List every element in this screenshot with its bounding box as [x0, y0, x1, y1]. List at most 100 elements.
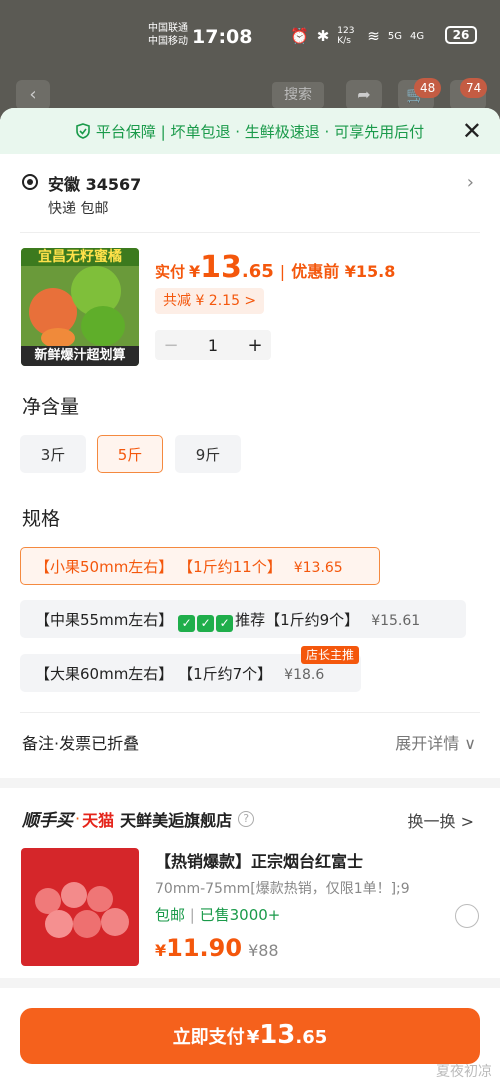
spec-option-small[interactable]: 【小果50mm左右】 【1斤约11个】 ¥13.65	[20, 547, 380, 585]
check-icon: ✓	[197, 615, 215, 632]
currency: ¥	[189, 262, 201, 281]
alarm-icon: ⏰	[290, 27, 309, 45]
pay-label: 实付	[155, 263, 186, 281]
bluetooth-icon: ✱	[316, 27, 330, 45]
watermark: 夏夜初凉	[436, 1064, 492, 1080]
product-image[interactable]: 宜昌无籽蜜橘 新鲜爆汁超划算	[21, 248, 139, 366]
clock: 17:08	[192, 26, 253, 48]
net-speed: 123 K/s	[337, 26, 355, 46]
cart-icon: 🛒48	[398, 78, 442, 110]
back-icon: ‹	[16, 80, 50, 110]
fruit-shape	[41, 328, 75, 348]
guarantee-text: 平台保障 | 坏单包退 · 生鲜极速退 · 可享先用后付	[95, 122, 425, 141]
separator: |	[189, 906, 200, 924]
apple-shape	[73, 910, 101, 938]
brand-logo: 顺手买	[22, 811, 73, 831]
pay-now-button[interactable]: 立即支付 ¥ 13 .65	[20, 1008, 480, 1064]
pay-button-label: 立即支付	[172, 1027, 245, 1048]
recommend-select-radio[interactable]	[455, 904, 479, 928]
price-before-discount: 优惠前 ¥15.8	[291, 262, 396, 281]
divider	[20, 232, 480, 233]
separator: |	[279, 262, 286, 281]
free-shipping: 包邮	[155, 906, 186, 924]
spec-label: 【中果55mm左右】	[35, 611, 179, 629]
spec-option-medium[interactable]: 【中果55mm左右】 ✓ ✓ ✓ 推荐【1斤约9个】 ¥15.61	[20, 600, 466, 638]
check-icon: ✓	[216, 615, 234, 632]
wifi-icon: ≋	[367, 27, 380, 45]
apple-shape	[61, 882, 87, 908]
divider	[20, 712, 480, 713]
recommend-product-image[interactable]	[21, 848, 139, 966]
tmall-logo: 天猫	[82, 810, 115, 830]
help-icon[interactable]: ?	[238, 810, 255, 827]
section-gap	[0, 778, 500, 788]
minus-button[interactable]: −	[155, 335, 187, 356]
chevron-right-icon: ›	[466, 172, 474, 193]
apple-shape	[45, 910, 73, 938]
recommend-header: 顺手买 · 天猫 天鲜美逅旗舰店 ?	[22, 806, 255, 831]
spec-price: ¥13.65	[293, 560, 343, 576]
checkout-sheet: 平台保障 | 坏单包退 · 生鲜极速退 · 可享先用后付 ✕ 安徽 34567 …	[0, 108, 500, 1083]
section-gap	[0, 978, 500, 988]
more-icon: 74	[450, 78, 488, 110]
share-icon: ➦	[346, 80, 382, 110]
status-icons: ⏰ ✱ 123 K/s ≋ 5G 4G	[290, 26, 424, 46]
recommend-description: 70mm-75mm[爆款热销，仅限1单！];9	[155, 881, 410, 897]
quantity-stepper: − 1 +	[155, 330, 271, 360]
pay-amount-integer: 13	[259, 1020, 296, 1050]
signal-4g: 4G	[409, 30, 425, 42]
currency: ¥	[155, 941, 167, 960]
battery-icon: 26	[445, 26, 477, 44]
pay-amount-decimal: .65	[295, 1027, 328, 1048]
net-option-5[interactable]: 5斤	[97, 435, 163, 473]
check-icon: ✓	[178, 615, 196, 632]
currency: ¥	[246, 1027, 260, 1048]
spec-price: ¥18.6	[284, 667, 325, 683]
close-icon[interactable]: ✕	[462, 119, 482, 143]
brand-dot: ·	[75, 809, 81, 828]
background-page: 中国联通 中国移动 17:08 ⏰ ✱ 123 K/s ≋ 5G 4G 26 ‹…	[0, 0, 500, 120]
quantity-value[interactable]: 1	[187, 336, 239, 355]
product-image-bottom-text: 新鲜爆汁超划算	[21, 346, 139, 366]
carrier-info: 中国联通 中国移动	[148, 22, 188, 48]
guarantee-bar: 平台保障 | 坏单包退 · 生鲜极速退 · 可享先用后付 ✕	[0, 108, 500, 154]
plus-button[interactable]: +	[239, 335, 271, 356]
shield-icon	[76, 123, 90, 139]
spec-label: 【小果50mm左右】 【1斤约11个】	[35, 558, 282, 576]
carrier-2: 中国移动	[148, 36, 188, 47]
recommend-title[interactable]: 【热销爆款】正宗烟台红富士	[155, 848, 363, 872]
price-integer: 13	[200, 250, 242, 285]
swap-button[interactable]: 换一换 >	[408, 808, 475, 832]
spec-label-tail: 推荐【1斤约9个】	[235, 611, 360, 629]
expand-details-button[interactable]: 展开详情 ∨	[395, 730, 476, 754]
delivery-info: 快递 包邮	[48, 201, 109, 217]
shop-recommend-badge: 店长主推	[301, 646, 360, 664]
more-badge: 74	[460, 78, 488, 98]
address-main: 安徽 34567	[48, 175, 142, 194]
sold-count: 已售3000+	[199, 906, 281, 924]
apple-shape	[101, 908, 129, 936]
remark-label: 备注·发票已折叠	[22, 734, 140, 753]
address-row[interactable]: 安徽 34567 快递 包邮 ›	[0, 166, 500, 232]
saving-tag[interactable]: 共减 ¥ 2.15 >	[155, 288, 265, 314]
net-option-3[interactable]: 3斤	[20, 435, 86, 473]
background-nav: ‹ 搜索 ➦ 🛒48 74	[0, 78, 500, 112]
store-name: 天鲜美逅旗舰店	[120, 810, 233, 830]
signal-5g: 5G	[387, 30, 402, 42]
recommend-price-value: 11.90	[166, 934, 243, 962]
background-search: 搜索	[272, 82, 324, 108]
carrier-1: 中国联通	[148, 23, 188, 34]
cart-badge: 48	[414, 78, 442, 98]
price-row: 实付 ¥ 13 .65 | 优惠前 ¥15.8	[155, 250, 395, 285]
spec-label: 【大果60mm左右】 【1斤约7个】	[35, 665, 273, 683]
net-content-title: 净含量	[22, 396, 80, 418]
original-price: ¥88	[248, 941, 279, 960]
spec-price: ¥15.61	[371, 613, 421, 629]
location-icon	[22, 174, 38, 190]
spec-title: 规格	[22, 508, 61, 530]
recommend-shipping: 包邮 | 已售3000+	[155, 904, 280, 925]
product-image-top-text: 宜昌无籽蜜橘	[21, 248, 139, 266]
recommend-price: ¥ 11.90 ¥88	[155, 934, 279, 962]
net-option-9[interactable]: 9斤	[175, 435, 241, 473]
fruit-shape	[81, 306, 125, 346]
